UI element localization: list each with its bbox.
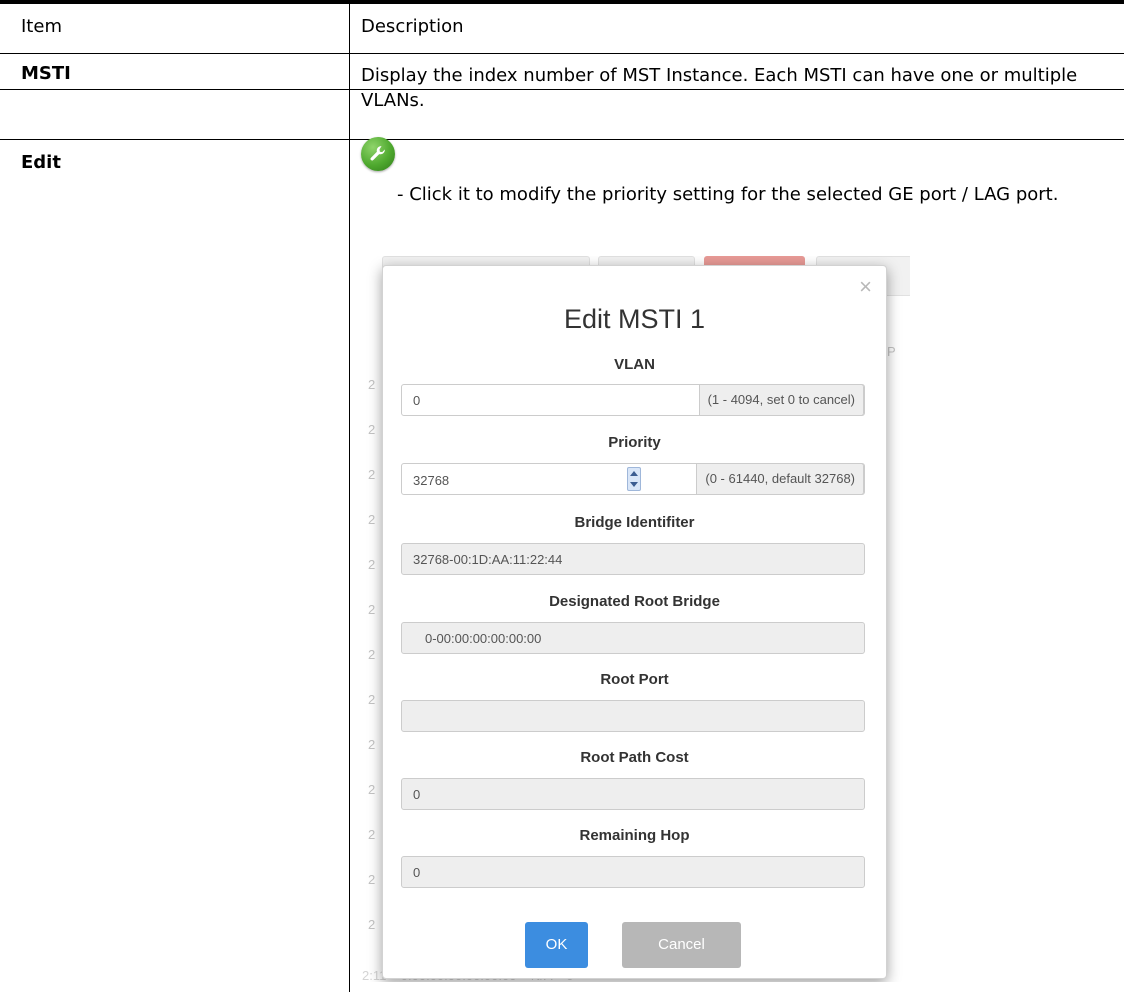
- background-row-index: 2: [368, 827, 376, 842]
- row-divider: [0, 139, 1124, 140]
- background-row-index: 2: [368, 557, 376, 572]
- ok-button[interactable]: OK: [525, 922, 588, 968]
- bridge-identifier-label: Bridge Identifiter: [574, 514, 695, 531]
- column-divider: [349, 4, 350, 992]
- row-label-edit: Edit: [21, 152, 61, 173]
- edit-msti-dialog: × Edit MSTI 1 VLAN 0 (1 - 4094, set 0 to…: [382, 265, 887, 979]
- row-description-msti: Display the index number of MST Instance…: [361, 65, 1078, 111]
- remaining-hop-label: Remaining Hop: [579, 827, 690, 844]
- bridge-identifier-value: 32768-00:1D:AA:11:22:44: [413, 552, 563, 567]
- root-path-cost-label: Root Path Cost: [580, 749, 689, 766]
- background-row-index: 2: [368, 377, 376, 392]
- root-port-label: Root Port: [600, 671, 669, 688]
- dialog-title: Edit MSTI 1: [563, 304, 706, 334]
- background-row-index: 2: [368, 737, 376, 752]
- background-row-index: 2: [368, 872, 376, 887]
- vlan-hint: (1 - 4094, set 0 to cancel): [698, 384, 864, 416]
- close-icon[interactable]: ×: [859, 276, 872, 298]
- cancel-button[interactable]: Cancel: [622, 922, 741, 968]
- column-header-description: Description: [361, 16, 464, 37]
- table-top-rule: [0, 0, 1124, 4]
- wrench-icon: [361, 137, 395, 171]
- designated-root-bridge-label: Designated Root Bridge: [549, 593, 720, 610]
- bridge-identifier-field: 32768-00:1D:AA:11:22:44: [401, 543, 865, 575]
- vlan-input[interactable]: 0 (1 - 4094, set 0 to cancel): [401, 384, 865, 416]
- row-label-msti: MSTI: [21, 63, 71, 84]
- remaining-hop-field: 0: [401, 856, 865, 888]
- background-row-index: 2: [368, 782, 376, 797]
- priority-stepper-icon[interactable]: [627, 467, 641, 491]
- vlan-value: 0: [413, 393, 421, 408]
- priority-hint: (0 - 61440, default 32768): [696, 463, 864, 495]
- column-header-item: Item: [21, 16, 62, 37]
- root-path-cost-value: 0: [413, 787, 421, 802]
- background-row-index: 2: [368, 692, 376, 707]
- background-row-index: 2: [368, 602, 376, 617]
- background-row-index: 2: [368, 647, 376, 662]
- vlan-label: VLAN: [614, 356, 655, 373]
- root-port-field: [401, 700, 865, 732]
- priority-input[interactable]: 32768 (0 - 61440, default 32768): [401, 463, 865, 495]
- background-row-index: 2: [368, 422, 376, 437]
- edit-msti-screenshot: P 2 2 2 2 2 2 2 2 2 2 2 2 2 2:11 0:00:00…: [362, 256, 910, 982]
- background-text: P: [887, 344, 896, 359]
- background-row-index: 2: [368, 512, 376, 527]
- designated-root-bridge-value: 0-00:00:00:00:00:00: [425, 631, 542, 646]
- priority-label: Priority: [608, 434, 661, 451]
- designated-root-bridge-field: 0-00:00:00:00:00:00: [401, 622, 865, 654]
- priority-value: 32768: [413, 473, 450, 488]
- root-path-cost-field: 0: [401, 778, 865, 810]
- background-row-index: 2: [368, 917, 376, 932]
- header-divider: [0, 53, 1124, 54]
- background-row-index: 2: [368, 467, 376, 482]
- remaining-hop-value: 0: [413, 865, 421, 880]
- row-description-edit: - Click it to modify the priority settin…: [397, 184, 1059, 205]
